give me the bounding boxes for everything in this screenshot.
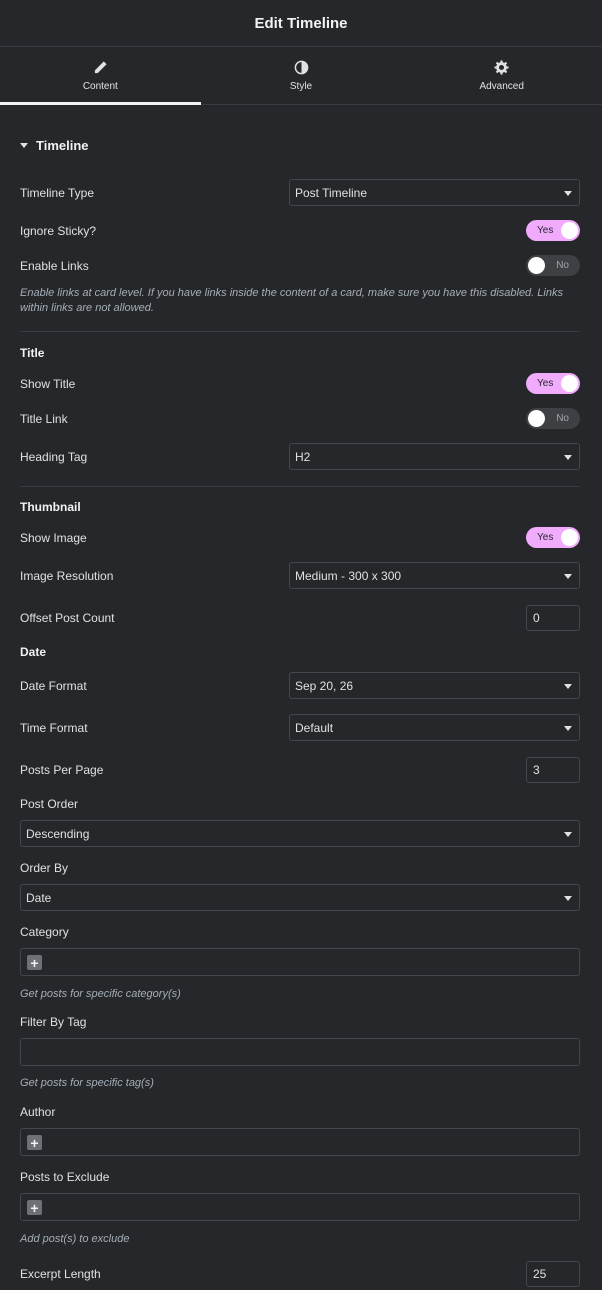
chevron-down-icon xyxy=(564,896,572,901)
title-link-state: No xyxy=(556,413,569,424)
panel-title: Edit Timeline xyxy=(254,14,348,32)
order-by-select[interactable]: Date xyxy=(20,884,580,911)
posts-to-exclude-label: Posts to Exclude xyxy=(20,1170,110,1184)
filter-by-tag-description: Get posts for specific tag(s) xyxy=(20,1077,154,1089)
show-image-state: Yes xyxy=(537,532,554,543)
chevron-down-icon xyxy=(564,574,572,579)
title-link-row: Title Link No xyxy=(20,408,580,429)
enable-links-toggle[interactable]: No xyxy=(526,255,580,276)
posts-per-page-input[interactable]: 3 xyxy=(526,757,580,783)
panel-header: Edit Timeline xyxy=(0,0,602,47)
heading-tag-row: Heading Tag H2 xyxy=(20,443,580,470)
offset-post-count-label: Offset Post Count xyxy=(20,611,115,625)
tab-content-label: Content xyxy=(82,80,118,92)
filter-by-tag-label: Filter By Tag xyxy=(20,1015,87,1029)
ignore-sticky-label: Ignore Sticky? xyxy=(20,224,97,238)
enable-links-row: Enable Links No xyxy=(20,255,580,276)
timeline-type-label: Timeline Type xyxy=(20,186,95,200)
chevron-down-icon xyxy=(564,455,572,460)
title-link-toggle[interactable]: No xyxy=(526,408,580,429)
pencil-icon xyxy=(94,60,107,73)
date-format-value: Sep 20, 26 xyxy=(295,678,354,693)
tab-advanced[interactable]: Advanced xyxy=(401,47,602,104)
post-order-label: Post Order xyxy=(20,797,79,811)
time-format-select[interactable]: Default xyxy=(289,714,580,741)
show-image-row: Show Image Yes xyxy=(20,527,580,548)
enable-links-description: Enable links at card level. If you have … xyxy=(20,287,563,314)
caret-down-icon xyxy=(20,143,28,148)
posts-to-exclude-select[interactable]: + xyxy=(20,1193,580,1221)
chevron-down-icon xyxy=(564,191,572,196)
author-select[interactable]: + xyxy=(20,1128,580,1156)
time-format-label: Time Format xyxy=(20,721,88,735)
enable-links-state: No xyxy=(556,260,569,271)
time-format-value: Default xyxy=(295,720,334,735)
tab-advanced-label: Advanced xyxy=(479,80,524,92)
tab-style-label: Style xyxy=(289,80,313,92)
chevron-down-icon xyxy=(564,726,572,731)
offset-post-count-row: Offset Post Count 0 xyxy=(20,605,580,631)
order-by-label: Order By xyxy=(20,861,69,875)
title-heading: Title xyxy=(20,346,45,360)
timeline-type-row: Timeline Type Post Timeline xyxy=(20,179,580,206)
excerpt-length-label: Excerpt Length xyxy=(20,1267,101,1281)
divider xyxy=(20,331,580,332)
category-description: Get posts for specific category(s) xyxy=(20,988,181,1000)
timeline-type-select[interactable]: Post Timeline xyxy=(289,179,580,206)
author-label: Author xyxy=(20,1105,56,1119)
post-order-select[interactable]: Descending xyxy=(20,820,580,847)
show-title-state: Yes xyxy=(537,378,554,389)
show-image-label: Show Image xyxy=(20,531,87,545)
heading-tag-label: Heading Tag xyxy=(20,450,88,464)
divider xyxy=(20,486,580,487)
add-icon[interactable]: + xyxy=(27,1200,42,1215)
date-heading: Date xyxy=(20,645,47,659)
show-title-toggle[interactable]: Yes xyxy=(526,373,580,394)
image-resolution-value: Medium - 300 x 300 xyxy=(295,568,402,583)
ignore-sticky-toggle[interactable]: Yes xyxy=(526,220,580,241)
order-by-value: Date xyxy=(26,890,52,905)
order-by-row: Order By Date xyxy=(20,861,580,912)
category-select[interactable]: + xyxy=(20,948,580,976)
offset-post-count-input[interactable]: 0 xyxy=(526,605,580,631)
heading-tag-value: H2 xyxy=(295,449,311,464)
title-link-label: Title Link xyxy=(20,412,68,426)
show-image-toggle[interactable]: Yes xyxy=(526,527,580,548)
tab-content[interactable]: Content xyxy=(0,47,201,105)
tab-style[interactable]: Style xyxy=(201,47,402,104)
image-resolution-row: Image Resolution Medium - 300 x 300 xyxy=(20,562,580,589)
time-format-row: Time Format Default xyxy=(20,714,580,741)
image-resolution-select[interactable]: Medium - 300 x 300 xyxy=(289,562,580,589)
date-format-label: Date Format xyxy=(20,679,87,693)
tab-bar: Content Style Advanced xyxy=(0,47,602,105)
contrast-icon xyxy=(294,60,308,74)
ignore-sticky-row: Ignore Sticky? Yes xyxy=(20,220,580,241)
show-title-row: Show Title Yes xyxy=(20,373,580,394)
posts-per-page-label: Posts Per Page xyxy=(20,763,104,777)
excerpt-length-row: Excerpt Length 25 xyxy=(20,1261,580,1287)
section-title: Timeline xyxy=(36,138,89,153)
add-icon[interactable]: + xyxy=(27,955,42,970)
enable-links-label: Enable Links xyxy=(20,259,89,273)
post-order-row: Post Order Descending xyxy=(20,797,580,848)
date-format-select[interactable]: Sep 20, 26 xyxy=(289,672,580,699)
thumbnail-heading: Thumbnail xyxy=(20,500,81,514)
category-label: Category xyxy=(20,925,69,939)
image-resolution-label: Image Resolution xyxy=(20,569,114,583)
add-icon[interactable]: + xyxy=(27,1135,42,1150)
chevron-down-icon xyxy=(564,684,572,689)
excerpt-length-input[interactable]: 25 xyxy=(526,1261,580,1287)
posts-per-page-row: Posts Per Page 3 xyxy=(20,757,580,783)
ignore-sticky-state: Yes xyxy=(537,225,554,236)
show-title-label: Show Title xyxy=(20,377,76,391)
posts-to-exclude-description: Add post(s) to exclude xyxy=(20,1233,130,1245)
timeline-type-value: Post Timeline xyxy=(295,185,368,200)
gear-icon xyxy=(494,59,509,75)
filter-by-tag-select[interactable] xyxy=(20,1038,580,1066)
section-toggle-timeline[interactable]: Timeline xyxy=(20,138,89,153)
date-format-row: Date Format Sep 20, 26 xyxy=(20,672,580,699)
post-order-value: Descending xyxy=(26,826,90,841)
heading-tag-select[interactable]: H2 xyxy=(289,443,580,470)
chevron-down-icon xyxy=(564,832,572,837)
